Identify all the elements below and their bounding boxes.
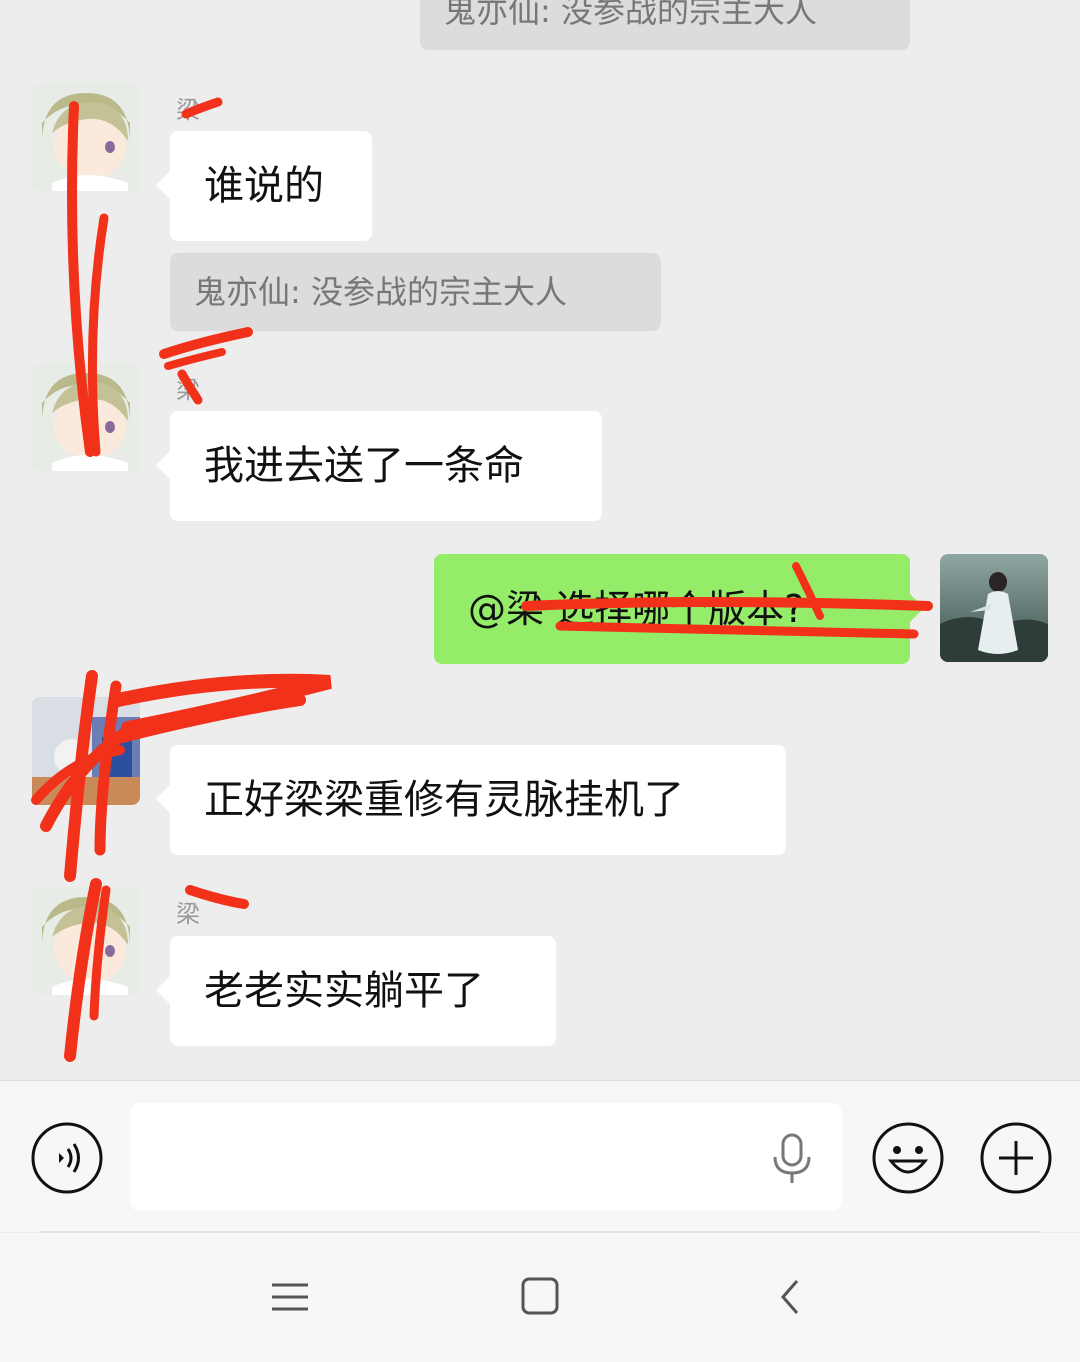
message-text: 我进去送了一条命 [204,443,524,489]
sender-name: 梁 [176,900,200,928]
message-text: @梁 选择哪个版本? [468,587,805,631]
avatar[interactable] [32,83,140,191]
input-bar [0,1080,1080,1232]
menu-button[interactable] [254,1263,324,1333]
avatar[interactable] [32,887,140,995]
message-bubble[interactable]: 正好梁梁重修有灵脉挂机了 [156,745,786,855]
my-avatar[interactable] [940,554,1048,662]
sender-name: 梁 [176,96,200,124]
quoted-message-text: 鬼亦仙: 没参战的宗主大人 [444,0,817,30]
emoji-button[interactable] [871,1121,945,1195]
more-actions-button[interactable] [979,1121,1053,1195]
message-text: 谁说的 [204,163,324,209]
sender-name: 梁 [176,376,200,404]
plus-icon [980,1122,1052,1194]
menu-icon [272,1283,308,1311]
back-button[interactable] [755,1263,825,1333]
avatar[interactable] [32,363,140,471]
message-text: 正好梁梁重修有灵脉挂机了 [204,777,684,823]
message-input[interactable] [130,1103,842,1211]
message-text: 老老实实躺平了 [204,968,484,1014]
voice-toggle-button[interactable] [30,1121,104,1195]
home-button[interactable] [505,1263,575,1333]
chat-message-list[interactable]: 鬼亦仙: 没参战的宗主大人 梁 谁说的 鬼亦仙: 没参战的宗主大人 梁 我进去送… [0,0,1080,1080]
quoted-message-text: 鬼亦仙: 没参战的宗主大人 [194,273,567,311]
my-message-bubble[interactable]: @梁 选择哪个版本? [434,554,924,664]
quoted-message[interactable]: 鬼亦仙: 没参战的宗主大人 [420,0,910,50]
message-bubble[interactable]: 我进去送了一条命 [156,411,602,521]
message-bubble[interactable]: 老老实实躺平了 [156,936,556,1046]
microphone-icon[interactable] [770,1133,814,1185]
avatar[interactable] [32,697,140,805]
emoji-icon [872,1122,944,1194]
home-icon [521,1277,559,1315]
redaction-scribble [31,97,933,1062]
voice-toggle-icon [31,1122,103,1194]
quoted-message[interactable]: 鬼亦仙: 没参战的宗主大人 [170,253,661,331]
system-navigation-bar [0,1233,1080,1362]
back-icon [781,1280,799,1314]
message-bubble[interactable]: 谁说的 [156,131,372,241]
